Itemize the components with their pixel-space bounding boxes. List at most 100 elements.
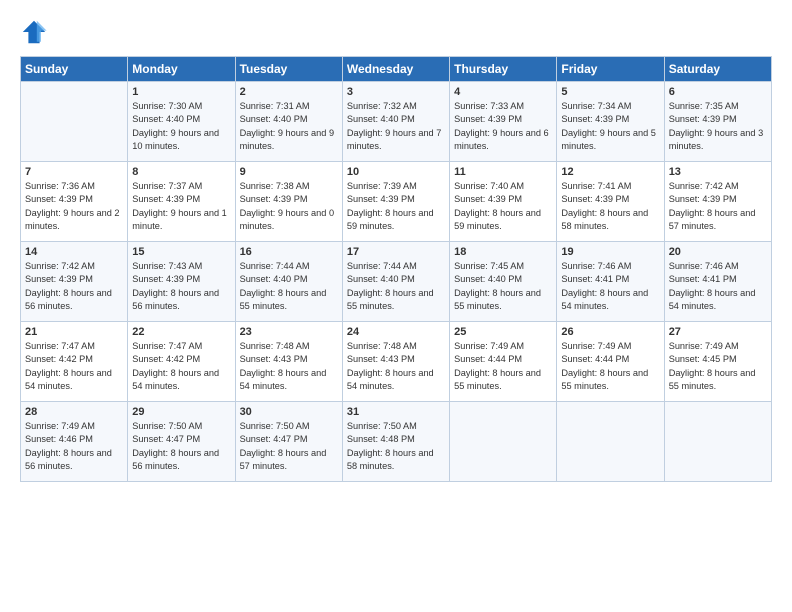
cell-1-2: 1 Sunrise: 7:30 AM Sunset: 4:40 PM Daylig… xyxy=(128,82,235,162)
cell-5-6 xyxy=(557,402,664,482)
day-number: 24 xyxy=(347,326,445,338)
cell-1-1 xyxy=(21,82,128,162)
cell-content: Sunrise: 7:31 AM Sunset: 4:40 PM Dayligh… xyxy=(240,100,338,153)
cell-content: Sunrise: 7:33 AM Sunset: 4:39 PM Dayligh… xyxy=(454,100,552,153)
cell-4-5: 25 Sunrise: 7:49 AM Sunset: 4:44 PM Dayli… xyxy=(450,322,557,402)
cell-2-2: 8 Sunrise: 7:37 AM Sunset: 4:39 PM Daylig… xyxy=(128,162,235,242)
logo xyxy=(20,18,52,46)
cell-content: Sunrise: 7:50 AM Sunset: 4:48 PM Dayligh… xyxy=(347,420,445,473)
cell-content: Sunrise: 7:44 AM Sunset: 4:40 PM Dayligh… xyxy=(347,260,445,313)
day-number: 31 xyxy=(347,406,445,418)
cell-content: Sunrise: 7:42 AM Sunset: 4:39 PM Dayligh… xyxy=(25,260,123,313)
day-number: 15 xyxy=(132,246,230,258)
cell-content: Sunrise: 7:44 AM Sunset: 4:40 PM Dayligh… xyxy=(240,260,338,313)
cell-3-5: 18 Sunrise: 7:45 AM Sunset: 4:40 PM Dayli… xyxy=(450,242,557,322)
day-number: 1 xyxy=(132,86,230,98)
cell-2-7: 13Sunrise: 7:42 AM Sunset: 4:39 PM Dayli… xyxy=(664,162,771,242)
week-row-4: 21 Sunrise: 7:47 AM Sunset: 4:42 PM Dayli… xyxy=(21,322,772,402)
cell-4-4: 24 Sunrise: 7:48 AM Sunset: 4:43 PM Dayli… xyxy=(342,322,449,402)
cell-content: Sunrise: 7:42 AM Sunset: 4:39 PM Dayligh… xyxy=(669,180,767,233)
day-number: 18 xyxy=(454,246,552,258)
cell-content: Sunrise: 7:36 AM Sunset: 4:39 PM Dayligh… xyxy=(25,180,123,233)
day-number: 16 xyxy=(240,246,338,258)
cell-content: Sunrise: 7:35 AM Sunset: 4:39 PM Dayligh… xyxy=(669,100,767,153)
cell-1-3: 2 Sunrise: 7:31 AM Sunset: 4:40 PM Daylig… xyxy=(235,82,342,162)
cell-1-7: 6Sunrise: 7:35 AM Sunset: 4:39 PM Daylig… xyxy=(664,82,771,162)
day-number: 10 xyxy=(347,166,445,178)
cell-3-3: 16 Sunrise: 7:44 AM Sunset: 4:40 PM Dayli… xyxy=(235,242,342,322)
cell-content: Sunrise: 7:49 AM Sunset: 4:44 PM Dayligh… xyxy=(561,340,659,393)
cell-content: Sunrise: 7:47 AM Sunset: 4:42 PM Dayligh… xyxy=(132,340,230,393)
day-number: 20 xyxy=(669,246,767,258)
day-number: 4 xyxy=(454,86,552,98)
cell-content: Sunrise: 7:40 AM Sunset: 4:39 PM Dayligh… xyxy=(454,180,552,233)
cell-content: Sunrise: 7:39 AM Sunset: 4:39 PM Dayligh… xyxy=(347,180,445,233)
cell-content: Sunrise: 7:34 AM Sunset: 4:39 PM Dayligh… xyxy=(561,100,659,153)
cell-content: Sunrise: 7:37 AM Sunset: 4:39 PM Dayligh… xyxy=(132,180,230,233)
cell-content: Sunrise: 7:48 AM Sunset: 4:43 PM Dayligh… xyxy=(347,340,445,393)
cell-5-4: 31 Sunrise: 7:50 AM Sunset: 4:48 PM Dayli… xyxy=(342,402,449,482)
cell-content: Sunrise: 7:46 AM Sunset: 4:41 PM Dayligh… xyxy=(561,260,659,313)
day-number: 28 xyxy=(25,406,123,418)
day-number: 7 xyxy=(25,166,123,178)
cell-content: Sunrise: 7:47 AM Sunset: 4:42 PM Dayligh… xyxy=(25,340,123,393)
cell-3-2: 15 Sunrise: 7:43 AM Sunset: 4:39 PM Dayli… xyxy=(128,242,235,322)
cell-4-6: 26Sunrise: 7:49 AM Sunset: 4:44 PM Dayli… xyxy=(557,322,664,402)
header-row: SundayMondayTuesdayWednesdayThursdayFrid… xyxy=(21,57,772,82)
day-number: 22 xyxy=(132,326,230,338)
week-row-3: 14 Sunrise: 7:42 AM Sunset: 4:39 PM Dayli… xyxy=(21,242,772,322)
cell-2-3: 9 Sunrise: 7:38 AM Sunset: 4:39 PM Daylig… xyxy=(235,162,342,242)
cell-2-6: 12 Sunrise: 7:41 AM Sunset: 4:39 PM Dayli… xyxy=(557,162,664,242)
day-number: 8 xyxy=(132,166,230,178)
cell-content: Sunrise: 7:32 AM Sunset: 4:40 PM Dayligh… xyxy=(347,100,445,153)
cell-3-1: 14 Sunrise: 7:42 AM Sunset: 4:39 PM Dayli… xyxy=(21,242,128,322)
col-header-thursday: Thursday xyxy=(450,57,557,82)
cell-2-4: 10 Sunrise: 7:39 AM Sunset: 4:39 PM Dayli… xyxy=(342,162,449,242)
col-header-saturday: Saturday xyxy=(664,57,771,82)
col-header-sunday: Sunday xyxy=(21,57,128,82)
cell-4-7: 27 Sunrise: 7:49 AM Sunset: 4:45 PM Dayli… xyxy=(664,322,771,402)
page: SundayMondayTuesdayWednesdayThursdayFrid… xyxy=(0,0,792,612)
cell-5-2: 29Sunrise: 7:50 AM Sunset: 4:47 PM Dayli… xyxy=(128,402,235,482)
cell-1-4: 3Sunrise: 7:32 AM Sunset: 4:40 PM Daylig… xyxy=(342,82,449,162)
day-number: 23 xyxy=(240,326,338,338)
cell-content: Sunrise: 7:49 AM Sunset: 4:44 PM Dayligh… xyxy=(454,340,552,393)
cell-content: Sunrise: 7:41 AM Sunset: 4:39 PM Dayligh… xyxy=(561,180,659,233)
day-number: 2 xyxy=(240,86,338,98)
day-number: 27 xyxy=(669,326,767,338)
cell-4-1: 21 Sunrise: 7:47 AM Sunset: 4:42 PM Dayli… xyxy=(21,322,128,402)
cell-content: Sunrise: 7:45 AM Sunset: 4:40 PM Dayligh… xyxy=(454,260,552,313)
cell-content: Sunrise: 7:38 AM Sunset: 4:39 PM Dayligh… xyxy=(240,180,338,233)
day-number: 14 xyxy=(25,246,123,258)
cell-content: Sunrise: 7:50 AM Sunset: 4:47 PM Dayligh… xyxy=(240,420,338,473)
cell-content: Sunrise: 7:50 AM Sunset: 4:47 PM Dayligh… xyxy=(132,420,230,473)
week-row-5: 28 Sunrise: 7:49 AM Sunset: 4:46 PM Dayli… xyxy=(21,402,772,482)
col-header-friday: Friday xyxy=(557,57,664,82)
day-number: 19 xyxy=(561,246,659,258)
cell-1-5: 4 Sunrise: 7:33 AM Sunset: 4:39 PM Daylig… xyxy=(450,82,557,162)
cell-5-5 xyxy=(450,402,557,482)
cell-4-3: 23 Sunrise: 7:48 AM Sunset: 4:43 PM Dayli… xyxy=(235,322,342,402)
cell-5-7 xyxy=(664,402,771,482)
cell-content: Sunrise: 7:30 AM Sunset: 4:40 PM Dayligh… xyxy=(132,100,230,153)
day-number: 21 xyxy=(25,326,123,338)
day-number: 30 xyxy=(240,406,338,418)
col-header-wednesday: Wednesday xyxy=(342,57,449,82)
day-number: 25 xyxy=(454,326,552,338)
cell-3-7: 20 Sunrise: 7:46 AM Sunset: 4:41 PM Dayli… xyxy=(664,242,771,322)
day-number: 9 xyxy=(240,166,338,178)
cell-content: Sunrise: 7:46 AM Sunset: 4:41 PM Dayligh… xyxy=(669,260,767,313)
cell-2-1: 7 Sunrise: 7:36 AM Sunset: 4:39 PM Daylig… xyxy=(21,162,128,242)
header xyxy=(20,18,772,46)
cell-2-5: 11Sunrise: 7:40 AM Sunset: 4:39 PM Dayli… xyxy=(450,162,557,242)
cell-4-2: 22 Sunrise: 7:47 AM Sunset: 4:42 PM Dayli… xyxy=(128,322,235,402)
day-number: 5 xyxy=(561,86,659,98)
cell-content: Sunrise: 7:43 AM Sunset: 4:39 PM Dayligh… xyxy=(132,260,230,313)
day-number: 12 xyxy=(561,166,659,178)
cell-content: Sunrise: 7:49 AM Sunset: 4:45 PM Dayligh… xyxy=(669,340,767,393)
cell-content: Sunrise: 7:49 AM Sunset: 4:46 PM Dayligh… xyxy=(25,420,123,473)
week-row-2: 7 Sunrise: 7:36 AM Sunset: 4:39 PM Daylig… xyxy=(21,162,772,242)
cell-5-1: 28 Sunrise: 7:49 AM Sunset: 4:46 PM Dayli… xyxy=(21,402,128,482)
logo-icon xyxy=(20,18,48,46)
cell-content: Sunrise: 7:48 AM Sunset: 4:43 PM Dayligh… xyxy=(240,340,338,393)
